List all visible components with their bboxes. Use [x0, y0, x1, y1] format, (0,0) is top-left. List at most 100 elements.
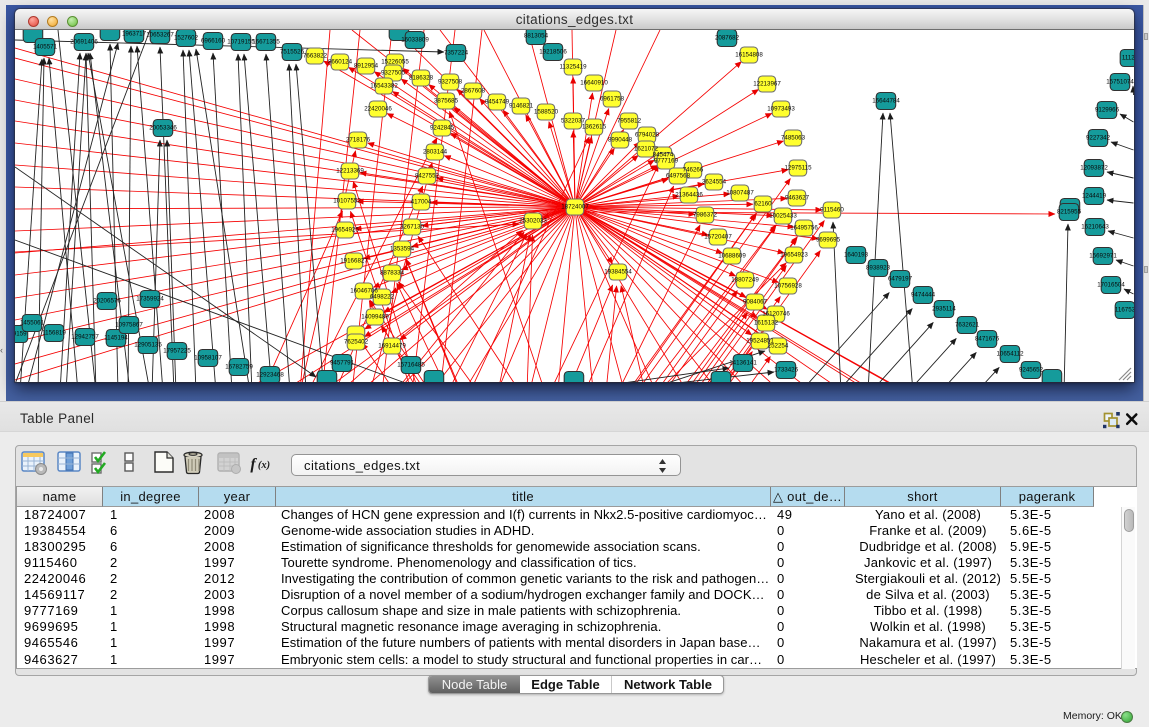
svg-text:1963717: 1963717: [122, 31, 147, 38]
svg-text:12905135: 12905135: [134, 342, 162, 349]
svg-text:16495756: 16495756: [790, 225, 818, 232]
svg-text:10973493: 10973493: [767, 106, 795, 113]
svg-text:16120746: 16120746: [762, 311, 790, 318]
svg-text:10719155: 10719155: [227, 39, 255, 46]
svg-text:1733426: 1733426: [774, 367, 799, 374]
svg-text:22420046: 22420046: [364, 106, 392, 113]
svg-text:12093872: 12093872: [1080, 165, 1108, 172]
svg-text:10107552: 10107552: [333, 198, 361, 205]
svg-text:3267130: 3267130: [400, 224, 425, 231]
svg-text:14136141: 14136141: [729, 360, 757, 367]
svg-text:1640193: 1640193: [844, 252, 869, 259]
svg-text:6498222: 6498222: [370, 294, 395, 301]
svg-text:3875685: 3875685: [434, 98, 459, 105]
svg-text:7663822: 7663822: [303, 53, 328, 60]
svg-text:16543382: 16543382: [370, 83, 398, 90]
svg-text:2935114: 2935114: [932, 306, 956, 313]
svg-text:17957225: 17957225: [163, 348, 191, 355]
svg-text:1362615: 1362615: [582, 124, 607, 131]
svg-text:8215955: 8215955: [1057, 209, 1082, 216]
svg-text:17016504: 17016504: [1097, 282, 1125, 289]
svg-text:2803144: 2803144: [423, 149, 448, 156]
svg-text:12942757: 12942757: [71, 334, 99, 341]
svg-text:10756928: 10756928: [774, 283, 802, 290]
svg-text:9146821: 9146821: [509, 103, 534, 110]
svg-text:20691406: 20691406: [70, 39, 98, 46]
svg-text:7625402: 7625402: [344, 339, 369, 346]
svg-text:1145194: 1145194: [104, 335, 128, 342]
svg-text:15692971: 15692971: [1089, 253, 1117, 260]
svg-text:19166827: 19166827: [340, 258, 368, 265]
svg-text:18807249: 18807249: [731, 277, 759, 284]
svg-text:11325419: 11325419: [559, 64, 587, 71]
svg-text:1353594: 1353594: [390, 246, 415, 253]
svg-text:9777169: 9777169: [654, 158, 679, 165]
svg-text:8660124: 8660124: [328, 59, 353, 66]
svg-text:9129966: 9129966: [1095, 107, 1120, 114]
svg-text:12213369: 12213369: [336, 168, 364, 175]
svg-text:10958107: 10958107: [194, 355, 222, 362]
svg-text:6966160: 6966160: [201, 38, 226, 45]
svg-text:6497568: 6497568: [666, 173, 691, 180]
svg-text:1244419: 1244419: [1082, 193, 1107, 200]
svg-text:8454749: 8454749: [485, 99, 510, 106]
svg-text:25302033: 25302033: [519, 218, 547, 225]
svg-text:17359924: 17359924: [136, 296, 164, 303]
svg-text:2867608: 2867608: [461, 88, 486, 95]
svg-text:15720407: 15720407: [704, 234, 732, 241]
svg-text:2718176: 2718176: [346, 137, 371, 144]
svg-text:8990448: 8990448: [608, 137, 633, 144]
svg-text:10654112: 10654112: [996, 351, 1024, 358]
svg-text:10025433: 10025433: [769, 213, 797, 220]
svg-text:19384554: 19384554: [604, 269, 632, 276]
svg-text:15226055: 15226055: [381, 59, 409, 66]
svg-text:8186328: 8186328: [409, 75, 434, 82]
svg-text:8912954: 8912954: [354, 63, 379, 70]
svg-text:9115460: 9115460: [820, 207, 844, 214]
svg-text:6961758: 6961758: [600, 96, 625, 103]
svg-text:19654925: 19654925: [331, 227, 359, 234]
svg-text:1156819: 1156819: [42, 330, 66, 337]
svg-text:16033809: 16033809: [401, 37, 429, 44]
svg-text:20206576: 20206576: [93, 298, 121, 305]
svg-text:1615132: 1615132: [754, 320, 779, 327]
svg-text:10975867: 10975867: [115, 322, 143, 329]
svg-text:9245652: 9245652: [1019, 367, 1044, 374]
svg-text:11126: 11126: [1122, 55, 1134, 62]
svg-text:12213967: 12213967: [753, 81, 781, 88]
svg-text:8471676: 8471676: [975, 336, 1000, 343]
svg-text:16671355: 16671355: [252, 39, 280, 46]
svg-text:14099489: 14099489: [361, 314, 389, 321]
svg-text:15751074: 15751074: [1106, 79, 1134, 86]
svg-text:8813054: 8813054: [524, 33, 549, 40]
svg-text:7632621: 7632621: [955, 322, 980, 329]
svg-text:9227342: 9227342: [1086, 135, 1111, 142]
svg-text:10807487: 10807487: [726, 190, 754, 197]
svg-text:9242845: 9242845: [430, 125, 455, 132]
svg-text:16640910: 16640910: [580, 80, 608, 87]
svg-text:8878334: 8878334: [380, 270, 405, 277]
svg-text:9084067: 9084067: [743, 299, 768, 306]
svg-text:116753: 116753: [1115, 307, 1134, 314]
svg-text:7955812: 7955812: [617, 118, 642, 125]
svg-text:1527602: 1527602: [174, 35, 199, 42]
svg-text:1588520: 1588520: [534, 109, 559, 116]
svg-text:21364436: 21364436: [675, 192, 703, 199]
svg-text:7357224: 7357224: [444, 50, 469, 57]
svg-text:7485063: 7485063: [781, 135, 806, 142]
svg-text:10688609: 10688609: [718, 253, 746, 260]
svg-text:20053346: 20053346: [149, 125, 177, 132]
svg-text:16782759: 16782759: [225, 364, 253, 371]
svg-text:12975115: 12975115: [784, 165, 812, 172]
svg-text:10653267: 10653267: [146, 32, 174, 39]
svg-text:f: f: [250, 456, 257, 473]
svg-text:18724007: 18724007: [561, 204, 589, 211]
svg-text:417004: 417004: [411, 199, 432, 206]
svg-text:6794028: 6794028: [635, 132, 660, 139]
svg-text:16154808: 16154808: [735, 52, 763, 59]
svg-text:12923468: 12923468: [256, 372, 284, 379]
svg-text:9474444: 9474444: [911, 292, 936, 299]
svg-text:6479197: 6479197: [888, 276, 913, 283]
svg-text:9457791: 9457791: [330, 360, 355, 367]
svg-text:16914479: 16914479: [378, 343, 406, 350]
